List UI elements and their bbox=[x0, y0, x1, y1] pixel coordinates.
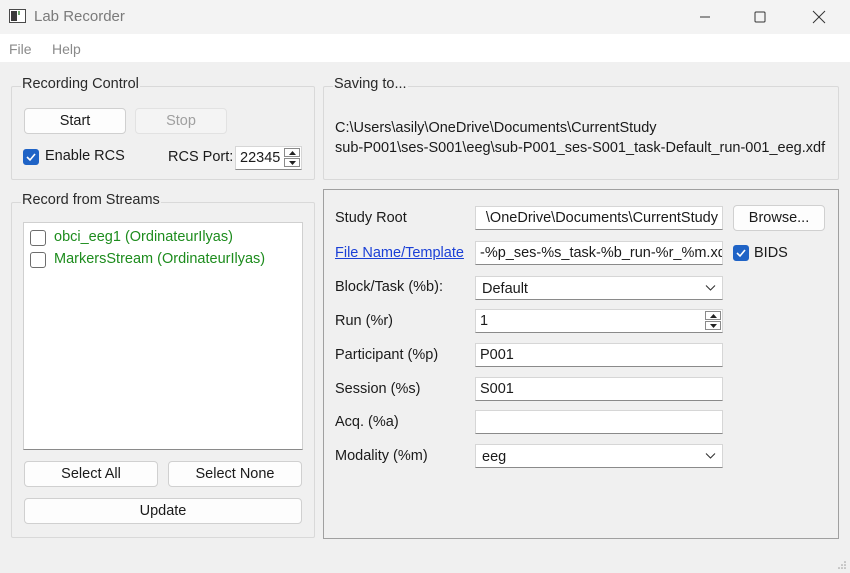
list-item[interactable]: MarkersStream (OrdinateurIlyas) bbox=[30, 251, 290, 271]
menu-bar: File Help bbox=[0, 34, 850, 62]
start-button[interactable]: Start bbox=[24, 108, 126, 134]
run-value: 1 bbox=[480, 313, 489, 329]
session-input[interactable]: S001 bbox=[475, 377, 723, 401]
spin-down-icon[interactable] bbox=[705, 321, 721, 330]
title-bar: Lab Recorder bbox=[0, 0, 850, 34]
rcs-port-spinbox[interactable]: 22345 bbox=[235, 146, 302, 170]
list-item[interactable]: obci_eeg1 (OrdinateurIlyas) bbox=[30, 229, 290, 249]
checkmark-icon bbox=[26, 153, 36, 162]
stream-checkbox[interactable] bbox=[30, 252, 46, 268]
block-task-value: Default bbox=[482, 281, 528, 297]
maximize-button[interactable] bbox=[731, 0, 789, 34]
block-task-label: Block/Task (%b): bbox=[335, 279, 443, 295]
modality-value: eeg bbox=[482, 449, 507, 465]
maximize-icon bbox=[754, 11, 766, 23]
record-streams-title: Record from Streams bbox=[21, 192, 161, 208]
participant-label: Participant (%p) bbox=[335, 347, 439, 363]
rcs-port-spin-buttons[interactable] bbox=[284, 148, 300, 168]
saving-path-file: sub-P001\ses-S001\eeg\sub-P001_ses-S001_… bbox=[335, 140, 826, 156]
window-title: Lab Recorder bbox=[34, 8, 125, 25]
recording-control-title: Recording Control bbox=[21, 76, 140, 92]
update-button[interactable]: Update bbox=[24, 498, 302, 524]
window-app-icon bbox=[9, 9, 26, 23]
run-spinbox[interactable]: 1 bbox=[475, 309, 723, 333]
file-name-template-input[interactable]: -%p_ses-%s_task-%b_run-%r_%m.xdf bbox=[475, 241, 723, 265]
spin-down-icon[interactable] bbox=[284, 158, 300, 167]
close-icon bbox=[812, 10, 826, 24]
stream-list[interactable]: obci_eeg1 (OrdinateurIlyas) MarkersStrea… bbox=[23, 222, 303, 450]
run-spin-buttons[interactable] bbox=[705, 311, 721, 331]
bids-label: BIDS bbox=[754, 245, 788, 261]
minimize-icon bbox=[700, 16, 710, 18]
saving-to-title: Saving to... bbox=[333, 76, 408, 92]
file-name-template-link[interactable]: File Name/Template bbox=[335, 245, 464, 261]
study-root-input[interactable]: \OneDrive\Documents\CurrentStudy bbox=[475, 206, 723, 230]
rcs-port-value: 22345 bbox=[240, 150, 281, 166]
stream-label: MarkersStream (OrdinateurIlyas) bbox=[54, 251, 266, 267]
bids-checkbox[interactable] bbox=[733, 245, 749, 261]
chevron-down-icon bbox=[705, 285, 716, 291]
select-all-button[interactable]: Select All bbox=[24, 461, 158, 487]
acq-label: Acq. (%a) bbox=[335, 414, 399, 430]
close-button[interactable] bbox=[790, 0, 848, 34]
block-task-dropdown[interactable]: Default bbox=[475, 276, 723, 300]
modality-dropdown[interactable]: eeg bbox=[475, 444, 723, 468]
enable-rcs-checkbox[interactable] bbox=[23, 149, 39, 165]
minimize-button[interactable] bbox=[676, 0, 734, 34]
study-root-label: Study Root bbox=[335, 210, 407, 226]
spin-up-icon[interactable] bbox=[705, 311, 721, 320]
menu-help[interactable]: Help bbox=[52, 41, 81, 57]
select-none-button[interactable]: Select None bbox=[168, 461, 302, 487]
stop-button[interactable]: Stop bbox=[135, 108, 227, 134]
run-label: Run (%r) bbox=[335, 313, 394, 329]
acq-input[interactable] bbox=[475, 410, 723, 434]
rcs-port-label: RCS Port: bbox=[168, 149, 234, 165]
saving-path-root: C:\Users\asily\OneDrive\Documents\Curren… bbox=[335, 120, 657, 136]
session-label: Session (%s) bbox=[335, 381, 421, 397]
enable-rcs-label: Enable RCS bbox=[45, 148, 125, 164]
checkmark-icon bbox=[736, 249, 746, 258]
resize-grip-icon[interactable] bbox=[837, 560, 847, 570]
menu-file[interactable]: File bbox=[9, 41, 32, 57]
browse-button[interactable]: Browse... bbox=[733, 205, 825, 231]
stream-label: obci_eeg1 (OrdinateurIlyas) bbox=[54, 229, 233, 245]
participant-input[interactable]: P001 bbox=[475, 343, 723, 367]
chevron-down-icon bbox=[705, 453, 716, 459]
spin-up-icon[interactable] bbox=[284, 148, 300, 157]
modality-label: Modality (%m) bbox=[335, 448, 428, 464]
stream-checkbox[interactable] bbox=[30, 230, 46, 246]
